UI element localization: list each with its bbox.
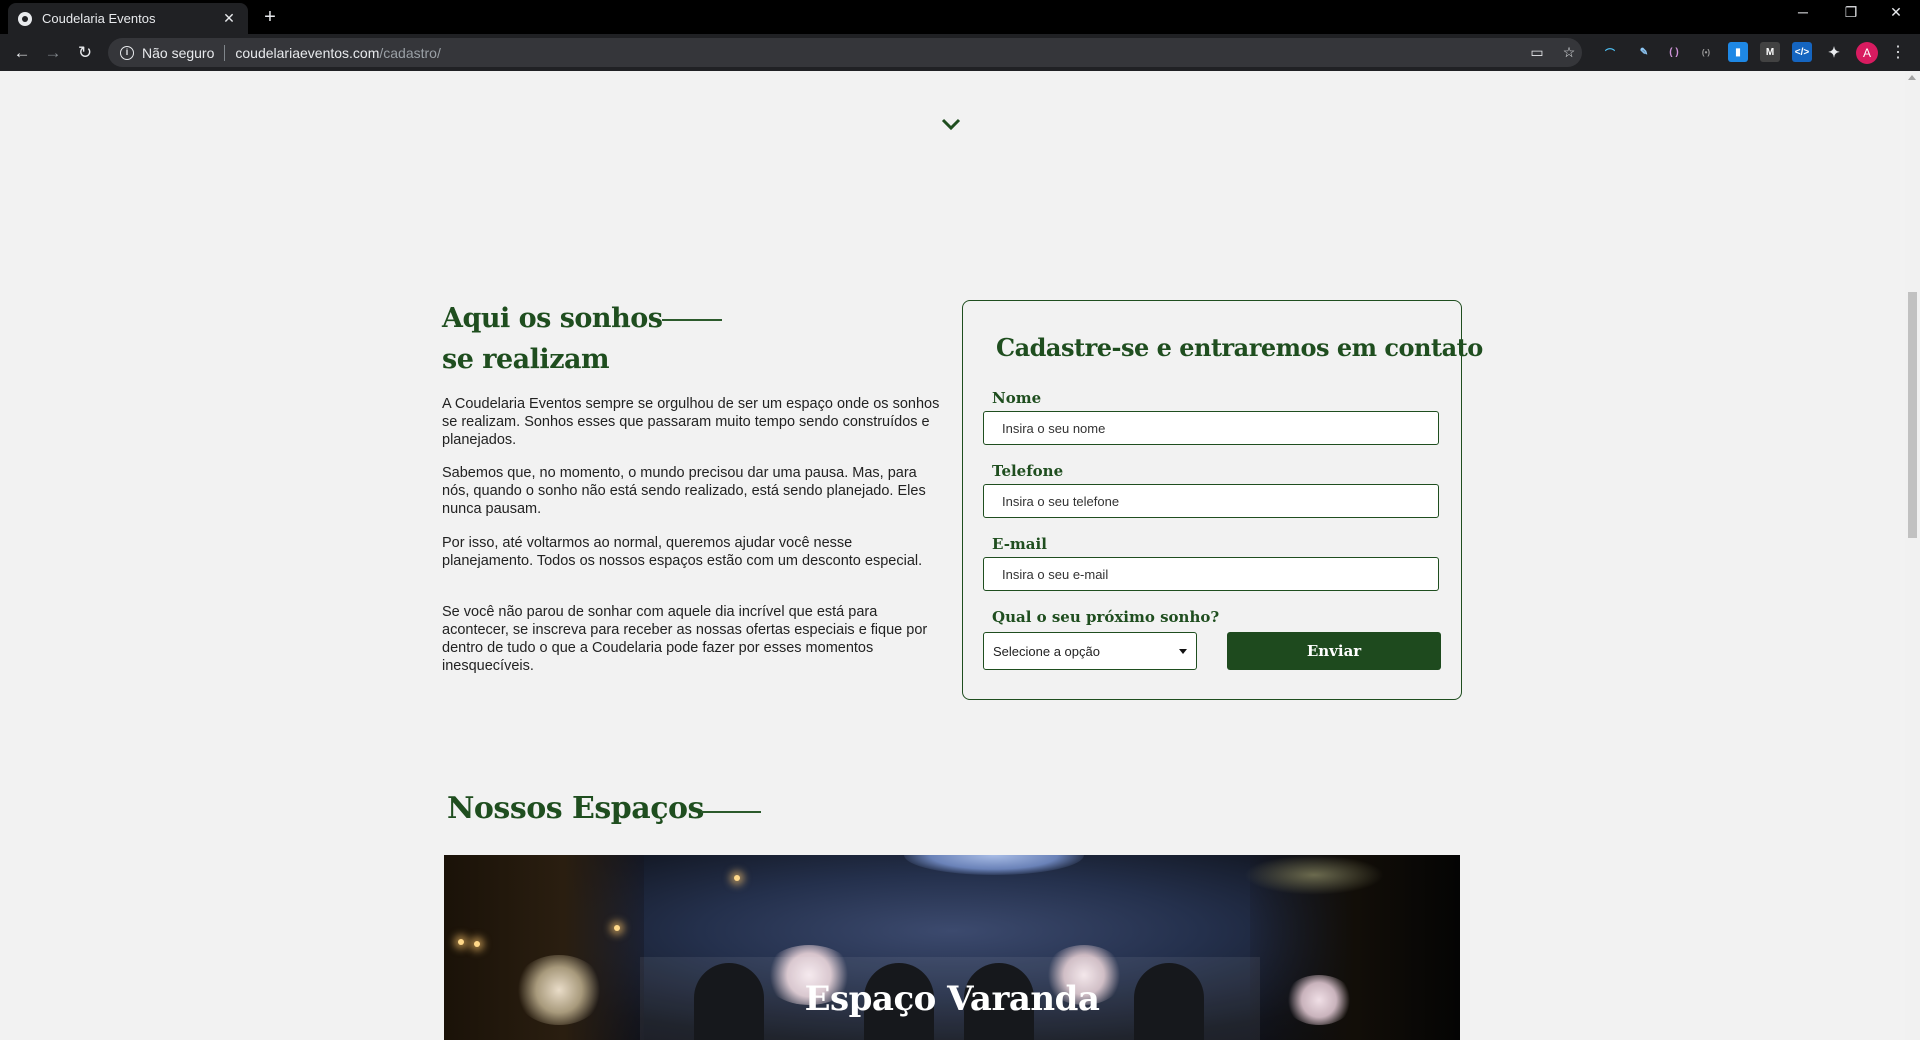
cast-icon[interactable]: ▭: [1528, 44, 1546, 61]
close-tab-icon[interactable]: ✕: [220, 10, 238, 27]
extension-m-icon[interactable]: M: [1760, 42, 1780, 62]
hero-paragraph: A Coudelaria Eventos sempre se orgulhou …: [442, 396, 940, 448]
hero-title-line2: se realizam: [442, 344, 610, 375]
hero-title: Aqui os sonhos se realizam: [442, 298, 663, 380]
bookmark-star-icon[interactable]: ☆: [1560, 44, 1578, 61]
name-label: Nome: [992, 389, 1042, 407]
hero-paragraph: Se você não parou de sonhar com aquele d…: [442, 604, 928, 674]
extension-wave-icon[interactable]: (•): [1696, 42, 1716, 62]
dream-label: Qual o seu próximo sonho?: [992, 608, 1220, 626]
info-icon[interactable]: i: [120, 45, 134, 60]
browser-tab[interactable]: Coudelaria Eventos ✕: [8, 3, 248, 34]
hero-title-divider: [662, 319, 722, 321]
dream-select[interactable]: Selecione a opção: [983, 632, 1197, 670]
browser-tab-bar: Coudelaria Eventos ✕ + ─ ❐ ✕: [0, 0, 1920, 34]
extension-pen-icon[interactable]: ✎: [1634, 42, 1654, 62]
phone-input[interactable]: [983, 484, 1439, 518]
profile-avatar[interactable]: A: [1856, 42, 1878, 64]
menu-kebab-icon[interactable]: ⋮: [1890, 42, 1906, 62]
globe-icon: [18, 11, 32, 26]
form-title: Cadastre-se e entraremos em contato: [996, 333, 1483, 362]
scroll-up-arrow[interactable]: [1908, 75, 1916, 80]
submit-button[interactable]: Enviar: [1227, 632, 1441, 670]
spaces-title: Nossos Espaços: [447, 791, 704, 826]
scrollbar-thumb[interactable]: [1908, 292, 1917, 538]
window-close-icon[interactable]: ✕: [1876, 4, 1916, 21]
lamp-light: [734, 875, 740, 881]
dream-select-value: Selecione a opção: [993, 643, 1100, 659]
hero-paragraph: Sabemos que, no momento, o mundo preciso…: [442, 465, 926, 517]
tab-title: Coudelaria Eventos: [42, 11, 156, 26]
flower-decoration: [1244, 855, 1384, 895]
extension-code-icon[interactable]: </>: [1792, 42, 1812, 62]
email-input[interactable]: [983, 557, 1439, 591]
email-label: E-mail: [992, 535, 1047, 553]
minimize-icon[interactable]: ─: [1783, 4, 1823, 20]
extension-bracket-icon[interactable]: ( ): [1664, 42, 1684, 62]
restore-icon[interactable]: ❐: [1831, 4, 1871, 21]
chevron-down-icon: [1179, 648, 1187, 654]
spaces-title-divider: [701, 811, 761, 813]
forward-icon[interactable]: →: [41, 42, 65, 66]
name-input[interactable]: [983, 411, 1439, 445]
extension-blue-icon[interactable]: ▮: [1728, 42, 1748, 62]
phone-label: Telefone: [992, 462, 1064, 480]
lamp-light: [614, 925, 620, 931]
back-icon[interactable]: ←: [10, 42, 34, 66]
hero-title-line1: Aqui os sonhos: [442, 303, 663, 334]
venue-title: Espaço Varanda: [804, 979, 1100, 1019]
extension-chart-icon[interactable]: ⌒: [1600, 42, 1620, 62]
lamp-light: [458, 939, 464, 945]
extensions-puzzle-icon[interactable]: ✦: [1824, 42, 1844, 62]
page-content: Aqui os sonhos se realizam A Coudelaria …: [0, 71, 1905, 1040]
chevron-down-icon[interactable]: [941, 115, 961, 135]
reload-icon[interactable]: ↻: [73, 42, 97, 66]
url-host: coudelariaeventos.com: [235, 44, 380, 61]
page-scrollbar[interactable]: [1905, 71, 1920, 1040]
hero-paragraph: Por isso, até voltarmos ao normal, quere…: [442, 535, 923, 569]
venue-card[interactable]: Espaço Varanda: [444, 855, 1460, 1040]
address-bar[interactable]: i Não seguro coudelariaeventos.com/cadas…: [108, 38, 1582, 67]
security-status: Não seguro: [142, 44, 215, 61]
new-tab-button[interactable]: +: [258, 6, 282, 30]
url-path: /cadastro/: [379, 44, 441, 61]
lamp-light: [474, 941, 480, 947]
divider: [224, 44, 226, 61]
